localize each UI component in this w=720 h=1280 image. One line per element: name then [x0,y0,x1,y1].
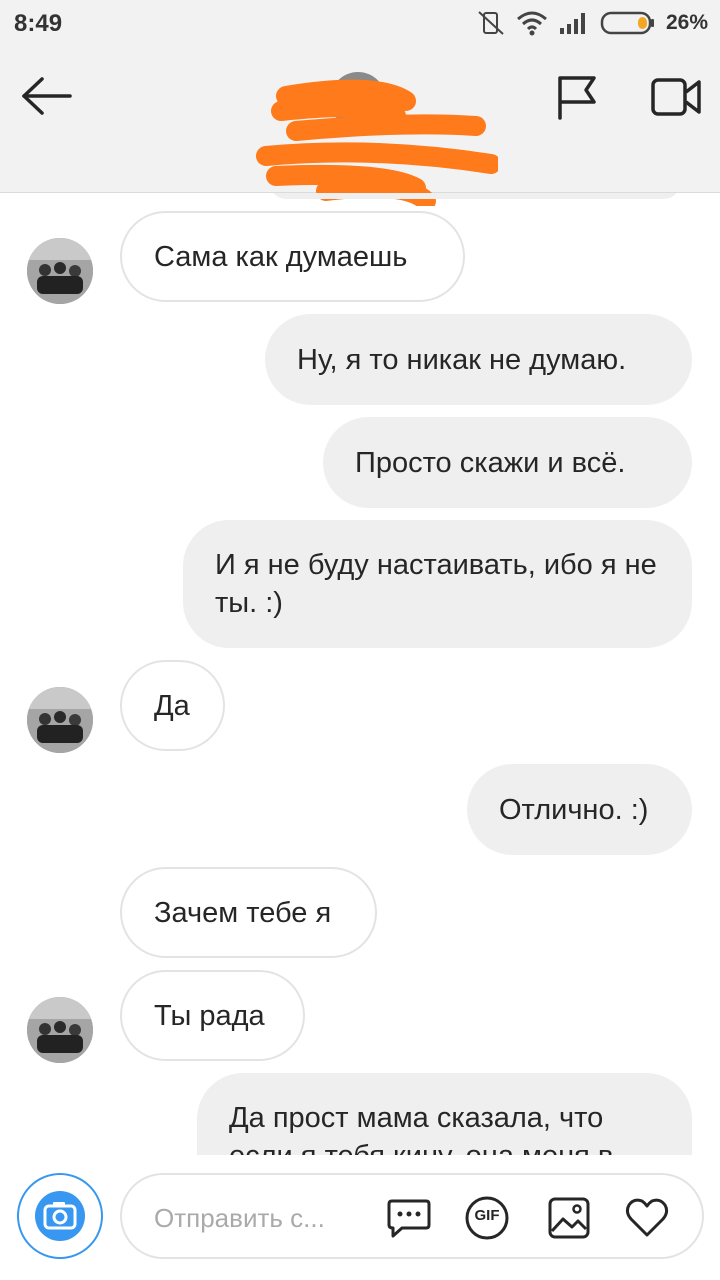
like-button[interactable] [624,1195,670,1241]
flag-icon [558,76,596,120]
message-composer-bar: GIF [0,1155,720,1280]
message-text: Просто скажи и всё. [355,446,626,479]
avatar-photo [27,687,93,753]
message-thread[interactable]: Сама как думаешь Ну, я то никак не думаю… [0,193,720,1155]
message-text: Зачем тебе я [154,896,332,929]
message-bubble-outgoing[interactable]: Да прост мама сказала, что если я тебя к… [197,1073,692,1155]
message-bubble-outgoing[interactable]: Просто скажи и всё. [323,417,692,508]
video-call-icon [651,78,701,116]
message-bubble-incoming[interactable]: Ты рада [120,970,305,1061]
message-input-container[interactable]: GIF [120,1173,704,1259]
redaction-scribble [256,79,498,206]
status-time: 8:49 [14,10,63,37]
message-bubble-incoming[interactable]: Зачем тебе я [120,867,377,958]
camera-button[interactable] [17,1173,103,1259]
back-button[interactable] [20,76,76,116]
camera-icon [43,1202,77,1230]
message-bubble-outgoing[interactable]: И я не буду настаивать, ибо я не ты. :) [183,520,692,648]
report-button[interactable] [554,74,600,120]
message-text: Ну, я то никак не думаю. [297,343,627,376]
message-input[interactable] [152,1197,356,1239]
back-arrow-icon [22,77,72,115]
message-text: Отлично. :) [499,793,649,826]
status-icons: 26% [476,8,708,38]
gif-button[interactable]: GIF [464,1195,510,1241]
chat-bubble-button[interactable] [386,1195,432,1241]
battery-percent: 26% [665,11,708,34]
status-bar: 8:49 26% [0,0,720,48]
message-text: И я не буду настаивать, ибо я не ты. :) [215,549,657,619]
message-bubble-outgoing[interactable]: Ну, я то никак не думаю. [265,314,692,405]
heart-icon [625,1198,669,1237]
gif-label: GIF [474,1207,500,1224]
conversation-header [0,48,720,206]
message-text: Да прост мама сказала, что если я тебя к… [229,1102,613,1155]
signal-icon [559,13,585,34]
message-bubble-outgoing[interactable]: Отлично. :) [467,764,692,855]
gallery-icon [548,1197,590,1239]
previous-message-peek [270,193,680,199]
avatar-photo [27,997,93,1063]
camera-button-fill [35,1191,85,1241]
message-bubble-incoming[interactable]: Сама как думаешь [120,211,465,302]
message-text: Ты рада [154,999,265,1032]
message-bubble-incoming[interactable]: Да [120,660,225,751]
message-text: Сама как думаешь [154,240,408,273]
battery-icon [600,11,654,35]
avatar-photo [27,238,93,304]
mute-vibrate-icon [478,11,504,35]
video-call-button[interactable] [650,76,702,118]
sender-avatar[interactable] [27,238,93,304]
sender-avatar[interactable] [27,687,93,753]
gallery-button[interactable] [546,1195,592,1241]
chat-bubble-icon [387,1199,431,1238]
sender-avatar[interactable] [27,997,93,1063]
wifi-icon [516,11,547,36]
message-text: Да [154,689,190,722]
